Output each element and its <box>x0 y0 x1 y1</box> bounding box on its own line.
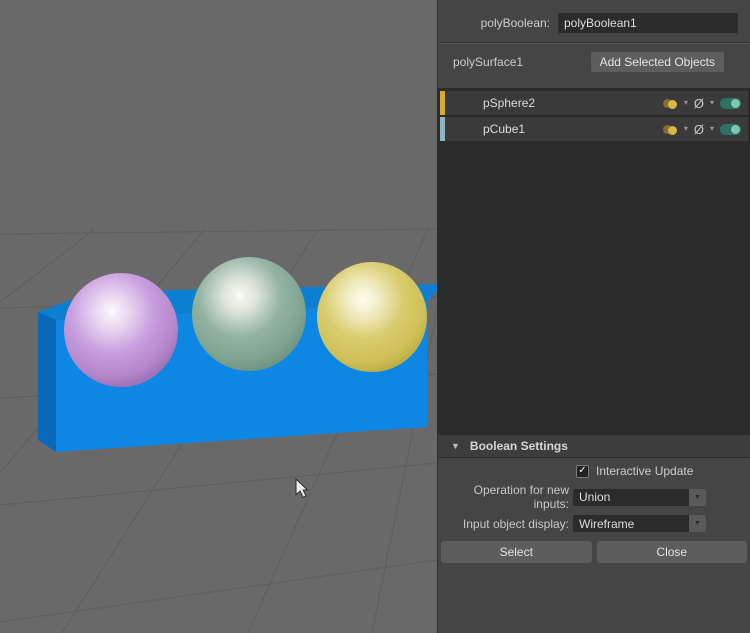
dropdown-arrow-box: ▼ <box>689 515 706 532</box>
poly-boolean-label: polyBoolean: <box>480 16 550 30</box>
interactive-update-row: ✓ Interactive Update <box>438 458 750 481</box>
collapse-arrow-icon: ▼ <box>451 441 460 451</box>
surface-name-label: polySurface1 <box>453 55 524 69</box>
poly-boolean-input[interactable] <box>558 13 738 33</box>
shading-dot-front-icon <box>667 99 677 109</box>
poly-boolean-row: polyBoolean: <box>438 0 750 42</box>
boolean-tool-panel: polyBoolean: polySurface1 Add Selected O… <box>437 0 750 633</box>
dropdown-arrow-icon: ▼ <box>694 493 701 501</box>
yellow-sphere[interactable] <box>317 262 427 372</box>
dropdown-arrow-box: ▼ <box>689 488 706 506</box>
row-icons: ▾ Ø ▾ <box>662 97 741 110</box>
object-name: pCube1 <box>483 122 526 136</box>
purple-sphere[interactable] <box>64 273 178 387</box>
operation-selected-value: Union <box>579 490 611 504</box>
operation-label: Operation for new inputs: <box>473 483 569 511</box>
visibility-dropdown-arrow-icon[interactable]: ▾ <box>710 125 714 133</box>
check-icon: ✓ <box>578 465 587 476</box>
object-row-pcube1[interactable]: pCube1 ▾ Ø ▾ <box>440 117 748 141</box>
display-dropdown[interactable]: Wireframe ▼ <box>573 515 706 532</box>
object-name: pSphere2 <box>483 96 536 110</box>
surface-row: polySurface1 Add Selected Objects <box>438 44 750 80</box>
3d-viewport[interactable] <box>0 0 437 633</box>
shading-mode-icon[interactable] <box>662 123 678 136</box>
boolean-settings-title: Boolean Settings <box>469 439 568 453</box>
mouse-cursor <box>295 477 309 499</box>
toggle-knob <box>731 98 740 108</box>
action-buttons: Select Close <box>441 541 747 563</box>
shading-mode-icon[interactable] <box>662 97 678 110</box>
box-side-face[interactable] <box>38 312 56 452</box>
visibility-dropdown-arrow-icon[interactable]: ▾ <box>710 99 714 107</box>
display-row: Input object display: Wireframe ▼ <box>438 513 750 534</box>
shading-dot-front-icon <box>667 125 677 135</box>
row-icons: ▾ Ø ▾ <box>662 123 741 136</box>
operation-dropdown[interactable]: Union ▼ <box>573 488 706 506</box>
shading-dropdown-arrow-icon[interactable]: ▾ <box>684 99 688 107</box>
boolean-settings-header[interactable]: ▼ Boolean Settings <box>438 434 750 458</box>
green-sphere[interactable] <box>192 257 306 371</box>
display-label: Input object display: <box>462 516 569 531</box>
display-selected-value: Wireframe <box>579 516 635 531</box>
enabled-toggle[interactable] <box>720 97 741 109</box>
object-color-bar <box>440 117 445 141</box>
viewport-canvas[interactable] <box>0 0 437 633</box>
visibility-icon[interactable]: Ø <box>694 123 704 136</box>
visibility-icon[interactable]: Ø <box>694 97 704 110</box>
toggle-knob <box>731 124 740 134</box>
object-list: pSphere2 ▾ Ø ▾ pCube1 ▾ Ø ▾ <box>438 88 750 434</box>
object-row-psphere2[interactable]: pSphere2 ▾ Ø ▾ <box>440 91 748 115</box>
add-selected-objects-button[interactable]: Add Selected Objects <box>590 52 724 72</box>
select-button[interactable]: Select <box>441 541 592 563</box>
close-button[interactable]: Close <box>596 541 747 563</box>
dropdown-arrow-icon: ▼ <box>694 520 701 527</box>
maya-window: polyBoolean: polySurface1 Add Selected O… <box>0 0 750 633</box>
object-color-bar <box>440 91 445 115</box>
operation-row: Operation for new inputs: Union ▼ <box>438 481 750 513</box>
enabled-toggle[interactable] <box>720 123 741 135</box>
interactive-update-label: Interactive Update <box>596 464 694 478</box>
interactive-update-checkbox[interactable]: ✓ <box>576 464 589 478</box>
shading-dropdown-arrow-icon[interactable]: ▾ <box>684 125 688 133</box>
